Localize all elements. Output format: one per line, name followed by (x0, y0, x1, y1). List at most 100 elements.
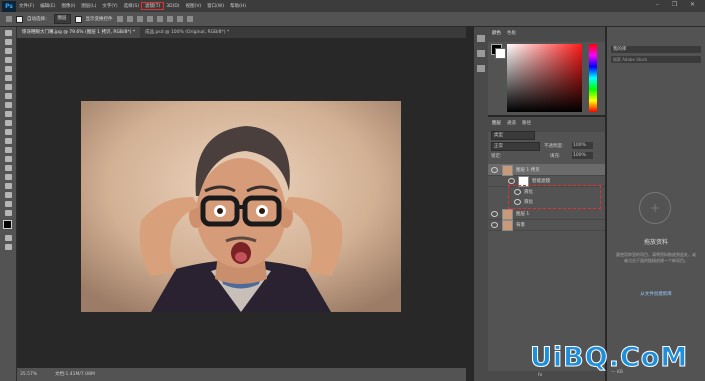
layer-name: 背景 (516, 223, 525, 228)
color-picker-field[interactable] (507, 44, 582, 112)
menu-select[interactable]: 选择(S) (121, 3, 142, 9)
clone-stamp-tool-icon[interactable] (4, 102, 12, 108)
crop-tool-icon[interactable] (4, 66, 12, 72)
background-color-swatch[interactable] (495, 48, 506, 59)
color-panel-tabs: 颜色 色板 (488, 27, 605, 42)
align-left-icon[interactable] (116, 16, 123, 22)
color-swatches[interactable] (0, 218, 16, 233)
history-brush-tool-icon[interactable] (4, 111, 12, 117)
fill-label: 填充: (550, 154, 561, 159)
visibility-eye-icon[interactable] (491, 211, 498, 217)
filter-name: 液化 (524, 200, 533, 205)
align-top-icon[interactable] (146, 16, 153, 22)
menu-view[interactable]: 视图(V) (183, 3, 205, 9)
more-tools-icon[interactable] (4, 210, 12, 216)
filter-name: 液化 (524, 190, 533, 195)
dodge-tool-icon[interactable] (4, 147, 12, 153)
stock-search-input[interactable]: 搜索 Adobe Stock (611, 56, 701, 63)
show-transform-label: 显示变换控件 (85, 17, 113, 22)
maximize-button[interactable]: ❐ (672, 1, 677, 8)
zoom-level[interactable]: 35.57% (20, 368, 37, 381)
blur-tool-icon[interactable] (4, 138, 12, 144)
layer-name: 图层 1 (516, 212, 530, 217)
zoom-tool-icon[interactable] (4, 201, 12, 207)
align-right-icon[interactable] (136, 16, 143, 22)
visibility-eye-icon[interactable] (514, 199, 521, 205)
auto-select-dropdown[interactable]: 图层 (53, 14, 71, 24)
magic-wand-tool-icon[interactable] (4, 57, 12, 63)
hand-tool-icon[interactable] (4, 192, 12, 198)
menu-3d[interactable]: 3D(D) (163, 4, 182, 9)
path-selection-tool-icon[interactable] (4, 174, 12, 180)
tab-layers[interactable]: 图层 (492, 120, 501, 129)
move-tool-icon[interactable] (4, 30, 12, 36)
quick-mask-icon[interactable] (4, 235, 12, 241)
surprised-man-photo (81, 101, 401, 312)
visibility-eye-icon[interactable] (508, 178, 515, 184)
screen-mode-icon[interactable] (4, 244, 12, 250)
menu-layer[interactable]: 图层(L) (78, 3, 99, 9)
layer-row[interactable]: 液化 (488, 196, 605, 207)
menu-window[interactable]: 窗口(W) (204, 3, 227, 9)
options-bar: 自动选择： 图层 显示变换控件 (0, 12, 705, 27)
tab-color[interactable]: 颜色 (492, 30, 501, 39)
layer-name: 智能滤镜 (532, 179, 550, 184)
marquee-tool-icon[interactable] (4, 39, 12, 45)
shape-tool-icon[interactable] (4, 183, 12, 189)
3d-mode-icon[interactable] (186, 16, 193, 22)
photoshop-logo: Ps (2, 0, 16, 12)
properties-panel-icon[interactable] (477, 50, 485, 57)
tab-document-inactive[interactable]: 成品.psd @ 100% (Original, RGB/8*) * (140, 27, 234, 38)
document-tabs: 惊讶瞪眼大门嘴.jpg @ 79.6% (图层 1 拷贝, RGB/8*) * … (17, 27, 466, 38)
menu-edit[interactable]: 编辑(E) (37, 3, 58, 9)
move-tool-icon[interactable] (6, 16, 12, 22)
blend-mode-dropdown[interactable]: 正常 (491, 142, 540, 151)
auto-select-label: 自动选择： (27, 17, 50, 22)
foreground-color-swatch[interactable] (3, 220, 12, 229)
layer-row[interactable]: 背景 (488, 219, 605, 231)
lock-label: 锁定: (491, 154, 502, 159)
menu-type[interactable]: 文字(Y) (99, 3, 120, 9)
adjustments-panel-icon[interactable] (477, 65, 485, 72)
brush-tool-icon[interactable] (4, 93, 12, 99)
align-center-icon[interactable] (126, 16, 133, 22)
opacity-label: 不透明度: (544, 144, 564, 149)
auto-select-checkbox[interactable] (16, 15, 23, 23)
visibility-eye-icon[interactable] (514, 189, 521, 195)
distribute-icon[interactable] (176, 16, 183, 22)
fill-input[interactable]: 100% (572, 152, 593, 159)
eyedropper-tool-icon[interactable] (4, 75, 12, 81)
create-library-link[interactable]: 从文件创建新库 (607, 291, 705, 297)
layer-filter-dropdown[interactable]: 类型 (491, 131, 535, 140)
visibility-eye-icon[interactable] (491, 167, 498, 173)
show-transform-checkbox[interactable] (74, 15, 82, 23)
menu-image[interactable]: 图像(I) (58, 3, 78, 9)
status-bar: 35.57% 文档:1.41M/7.08M (17, 368, 466, 381)
close-button[interactable]: ✕ (690, 1, 695, 8)
tab-paths[interactable]: 路径 (522, 120, 531, 129)
align-bottom-icon[interactable] (166, 16, 173, 22)
visibility-eye-icon[interactable] (491, 222, 498, 228)
tab-document-active[interactable]: 惊讶瞪眼大门嘴.jpg @ 79.6% (图层 1 拷贝, RGB/8*) * (17, 27, 141, 38)
eraser-tool-icon[interactable] (4, 120, 12, 126)
minimize-button[interactable]: – (656, 1, 659, 8)
pen-tool-icon[interactable] (4, 156, 12, 162)
watermark-logo: UiBQ.CoM (530, 342, 689, 374)
plus-icon: + (639, 192, 671, 224)
gradient-tool-icon[interactable] (4, 129, 12, 135)
tab-swatches[interactable]: 色板 (507, 30, 516, 39)
healing-brush-tool-icon[interactable] (4, 84, 12, 90)
menu-help[interactable]: 帮助(H) (227, 3, 249, 9)
library-dropdown[interactable]: 我的库 (611, 46, 701, 53)
menu-file[interactable]: 文件(F) (16, 3, 37, 9)
canvas-image[interactable] (81, 101, 401, 312)
hue-slider[interactable] (589, 44, 597, 112)
color-panel: 颜色 色板 (488, 27, 605, 115)
history-panel-icon[interactable] (477, 35, 485, 42)
type-tool-icon[interactable] (4, 165, 12, 171)
menu-filter[interactable]: 滤镜(T) (140, 2, 165, 10)
opacity-input[interactable]: 100% (572, 142, 593, 149)
align-middle-icon[interactable] (156, 16, 163, 22)
tab-channels[interactable]: 通道 (507, 120, 516, 129)
lasso-tool-icon[interactable] (4, 48, 12, 54)
